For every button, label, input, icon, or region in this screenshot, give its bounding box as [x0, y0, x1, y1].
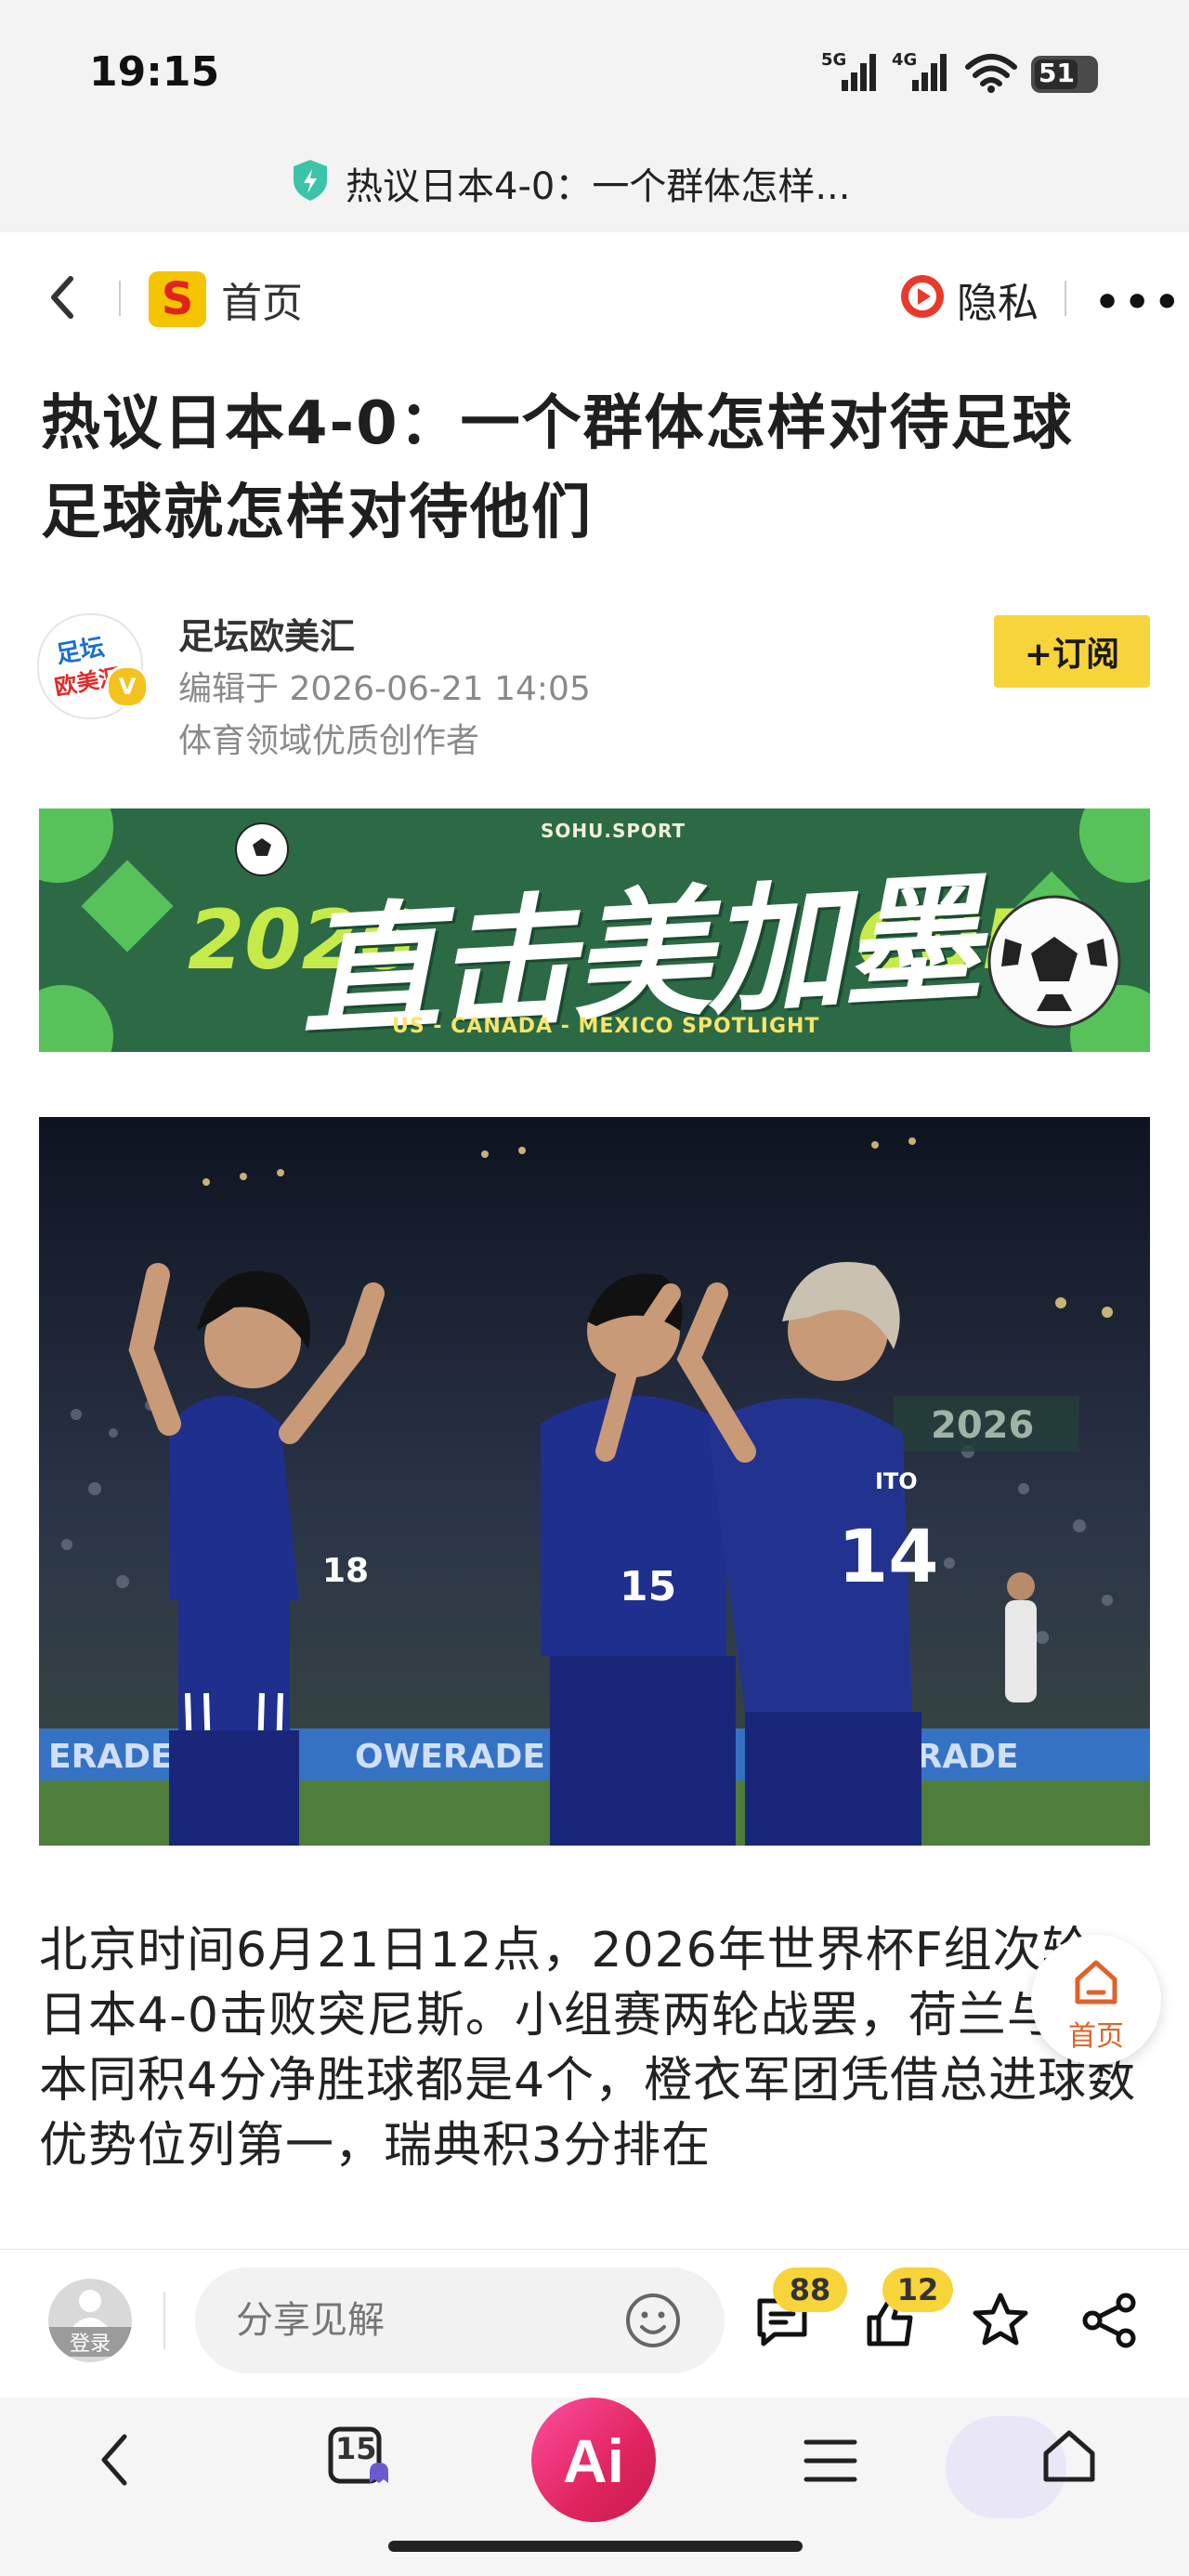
svg-text:5G: 5G	[821, 50, 846, 70]
floating-home-button[interactable]: 首页	[1031, 1935, 1161, 2065]
svg-text:ITO: ITO	[875, 1468, 918, 1494]
star-icon[interactable]	[970, 2290, 1031, 2355]
browser-back-icon[interactable]	[93, 2427, 139, 2496]
privacy-label[interactable]: 隐私	[957, 269, 1039, 329]
wifi-icon	[964, 52, 1018, 97]
more-options-icon[interactable]: •••	[1094, 279, 1183, 326]
ai-label: Ai	[563, 2426, 624, 2495]
banner-footer: US - CANADA - MEXICO SPOTLIGHT	[392, 1015, 820, 1038]
battery-level: 51	[1039, 58, 1075, 88]
svg-text:14: 14	[838, 1516, 939, 1599]
url-page-title[interactable]: 热议日本4-0：一个群体怎样...	[346, 156, 850, 210]
article-photo[interactable]: 2026 ERADE OWERADE ERADE 18 15 14 ITO	[39, 1117, 1150, 1846]
svg-text:OWERADE: OWERADE	[355, 1738, 545, 1776]
like-count-badge: 12	[882, 2267, 953, 2312]
ai-assistant-button[interactable]: Ai	[531, 2398, 656, 2522]
shield-icon	[290, 158, 331, 206]
author-description: 体育领域优质创作者	[178, 722, 480, 760]
author-name[interactable]: 足坛欧美汇	[178, 608, 355, 659]
article-body: 北京时间6月21日12点，2026年世界杯F组次轮，日本4-0击败突尼斯。小组赛…	[39, 1923, 1141, 2174]
signal-5g-icon: 5G	[821, 48, 879, 99]
nav-divider	[1065, 281, 1066, 316]
article-title: 热议日本4-0：一个群体怎样对待足球 足球就怎样对待他们	[41, 389, 1074, 547]
svg-text:4G: 4G	[892, 50, 917, 70]
floating-home-label: 首页	[1068, 2020, 1124, 2053]
sohu-logo[interactable]: S	[149, 271, 206, 327]
nav-divider	[119, 281, 121, 316]
soccer-ball-icon	[987, 895, 1121, 1029]
home-indicator	[388, 2541, 803, 2552]
menu-icon[interactable]	[801, 2433, 860, 2492]
action-divider	[163, 2292, 165, 2349]
svg-text:ERADE: ERADE	[48, 1738, 174, 1776]
banner-brand: SOHU.SPORT	[541, 820, 686, 842]
edit-timestamp: 编辑于 2026-06-21 14:05	[178, 670, 591, 708]
verified-badge-icon: V	[106, 665, 149, 708]
worldcup-banner[interactable]: SOHU.SPORT 2026 CUP 直击美加墨 US - CANADA - …	[39, 808, 1150, 1052]
login-label: 登录	[48, 2327, 132, 2357]
share-icon[interactable]	[1079, 2290, 1141, 2355]
privacy-play-icon[interactable]	[899, 273, 946, 323]
svg-text:2026: 2026	[931, 1404, 1034, 1447]
signal-4g-icon: 4G	[892, 48, 949, 99]
svg-text:18: 18	[322, 1552, 369, 1590]
nav-home-link[interactable]: 首页	[221, 269, 303, 329]
tabs-button[interactable]: 15	[327, 2424, 392, 2489]
browser-home-icon[interactable]	[1039, 2425, 1100, 2491]
subscribe-button[interactable]: +订阅	[994, 615, 1150, 688]
tabs-count: 15	[335, 2431, 377, 2466]
emoji-icon[interactable]	[624, 2292, 682, 2353]
login-avatar[interactable]: 登录	[48, 2279, 132, 2362]
status-time: 19:15	[89, 48, 220, 96]
home-icon	[1075, 1960, 1117, 2004]
svg-text:15: 15	[620, 1563, 676, 1610]
back-chevron-icon[interactable]	[45, 273, 82, 325]
comment-count-badge: 88	[773, 2267, 847, 2312]
soccer-ball-small-icon	[235, 822, 289, 876]
battery-icon: 51	[1031, 56, 1098, 93]
